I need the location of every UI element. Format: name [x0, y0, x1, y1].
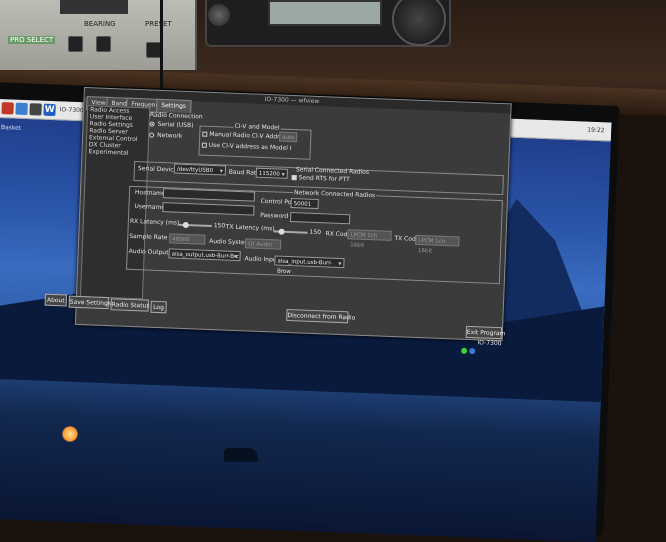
- serial-device-value: /dev/ttyUSB0: [176, 166, 214, 175]
- dropdown-arrow-icon: ▼: [234, 253, 238, 260]
- tx-latency-value: 150: [309, 228, 322, 237]
- about-button[interactable]: About: [44, 293, 68, 307]
- preamp-label-left: PRO SELECT: [8, 36, 56, 44]
- preamp-switch-2: [96, 36, 111, 52]
- serial-radio-button[interactable]: [149, 121, 155, 127]
- nav-experimental[interactable]: Experimental: [86, 148, 147, 157]
- radio-small-knob: [208, 4, 230, 26]
- preamp-switch-1: [68, 36, 83, 52]
- audio-system-value: Qt Audio: [247, 241, 273, 249]
- audio-system-select[interactable]: Qt Audio: [244, 238, 282, 250]
- status-indicator: IO-7300: [461, 339, 505, 355]
- fisherman-boat-silhouette: [224, 448, 258, 462]
- folder-icon[interactable]: [29, 103, 42, 116]
- dropdown-arrow-icon: ▼: [338, 260, 342, 267]
- preamp-switch-3: [146, 42, 161, 58]
- wfview-settings-window: IO-7300 — wfview View Band Frequency Set…: [44, 87, 512, 355]
- use-civ-model-checkbox[interactable]: [201, 142, 207, 148]
- serial-radio-label[interactable]: Serial (USB): [157, 121, 193, 129]
- serial-device-select[interactable]: /dev/ttyUSB0 ▼: [173, 163, 227, 176]
- password-label: Password: [260, 211, 289, 220]
- network-radio-button[interactable]: [149, 132, 155, 138]
- disconnect-button[interactable]: Disconnect from Radio: [286, 308, 355, 324]
- exit-program-button[interactable]: Exit Program: [465, 325, 506, 340]
- radio-name-label: IO-7300: [477, 339, 502, 348]
- tx-codec-select[interactable]: LPCM 1ch 16bit: [415, 234, 460, 254]
- audio-output-select[interactable]: alsa_output.usb-Burr-Brc ▼: [168, 248, 241, 262]
- cable: [160, 0, 173, 95]
- manual-civ-checkbox[interactable]: [202, 131, 208, 137]
- rts-ptt-checkbox[interactable]: [291, 175, 297, 181]
- radio-screen: [268, 0, 382, 26]
- taskbar-clock: 19:22: [587, 126, 605, 135]
- audio-output-label: Audio Output: [128, 247, 169, 257]
- preamp-label-mid: BEARING: [84, 20, 116, 28]
- log-button[interactable]: Log: [150, 300, 167, 314]
- audio-input-select[interactable]: alsa_input.usb-Burr-Brow ▼: [274, 255, 345, 275]
- hostname-label: Hostname: [134, 189, 166, 198]
- sample-rate-label: Sample Rate: [129, 232, 168, 242]
- raspberry-menu-icon[interactable]: [1, 102, 14, 115]
- lantern-light: [62, 426, 78, 442]
- browser-icon[interactable]: [15, 102, 28, 116]
- dropdown-arrow-icon: ▼: [281, 171, 285, 177]
- radio-status-button[interactable]: Radio Status: [110, 298, 150, 312]
- username-label: Username: [134, 203, 166, 212]
- dropdown-arrow-icon: ▼: [219, 168, 223, 174]
- network-radio-label[interactable]: Network: [157, 132, 182, 140]
- baud-rate-value: 115200: [258, 170, 280, 178]
- preamp-display: [60, 0, 128, 14]
- sample-rate-value: 48000: [172, 236, 190, 244]
- radio-connection-heading: Radio Connection: [149, 111, 203, 121]
- audio-output-value: alsa_output.usb-Burr-Brc: [171, 251, 240, 261]
- wfview-icon[interactable]: W: [43, 103, 56, 117]
- desktop-icon-label[interactable]: Basket: [1, 124, 21, 132]
- civ-address-field[interactable]: auto: [279, 131, 298, 143]
- rx-codec-select[interactable]: LPCM 1ch 16bit: [347, 229, 392, 249]
- save-settings-button[interactable]: Save Settings: [68, 295, 111, 310]
- rx-latency-value: 150: [213, 222, 226, 230]
- tab-settings[interactable]: Settings: [156, 98, 192, 114]
- window-title: IO-7300 — wfview: [264, 95, 320, 106]
- baud-rate-select[interactable]: 115200 ▼: [255, 167, 289, 179]
- sample-rate-select[interactable]: 48000: [169, 233, 206, 245]
- control-port-field[interactable]: 50001: [290, 198, 319, 210]
